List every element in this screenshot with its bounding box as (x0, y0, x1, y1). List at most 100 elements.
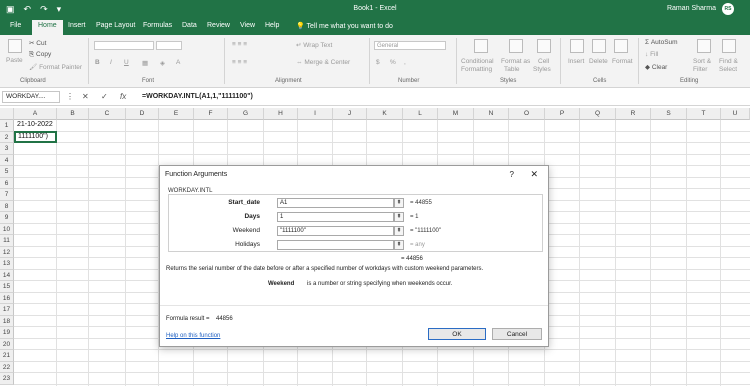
options-icon[interactable]: ⋮ (66, 92, 74, 101)
delete-cells-button[interactable]: Delete (589, 58, 608, 65)
column-header-h[interactable]: H (264, 108, 298, 120)
row-header-18[interactable]: 18 (0, 315, 14, 327)
row-header-6[interactable]: 6 (0, 177, 14, 189)
select-all-corner[interactable] (0, 108, 14, 120)
conditional-formatting-label-1[interactable]: Conditional (461, 58, 494, 65)
format-as-table-icon[interactable] (509, 39, 523, 53)
cut-button[interactable]: ✂ Cut (29, 39, 46, 47)
sort-filter-icon[interactable] (697, 39, 711, 53)
row-header-3[interactable]: 3 (0, 143, 14, 155)
format-cells-button[interactable]: Format (612, 58, 633, 65)
avatar[interactable]: RS (722, 3, 734, 15)
conditional-formatting-label-2[interactable]: Formatting (461, 66, 492, 73)
paste-button[interactable]: Paste (6, 57, 23, 64)
row-header-21[interactable]: 21 (0, 350, 14, 362)
merge-center-button[interactable]: ⇔ Merge & Center (296, 59, 350, 66)
row-header-1[interactable]: 1 (0, 120, 14, 132)
column-header-o[interactable]: O (509, 108, 545, 120)
column-header-c[interactable]: C (89, 108, 126, 120)
tab-view[interactable]: View (240, 22, 255, 29)
copy-button[interactable]: ⎘ Copy (29, 51, 51, 59)
number-format-box[interactable]: General (374, 41, 446, 50)
column-header-m[interactable]: M (438, 108, 474, 120)
row-header-10[interactable]: 10 (0, 223, 14, 235)
fill-button[interactable]: ↓ Fill (645, 51, 658, 58)
column-header-t[interactable]: T (687, 108, 721, 120)
cell-styles-label-1[interactable]: Cell (538, 58, 549, 65)
column-header-n[interactable]: N (474, 108, 509, 120)
enter-entry-icon[interactable]: ✓ (101, 92, 108, 101)
percent-button[interactable]: % (390, 59, 396, 66)
cell-styles-icon[interactable] (537, 39, 551, 53)
help-icon[interactable]: ? (510, 170, 514, 179)
tab-insert[interactable]: Insert (68, 22, 86, 29)
row-header-14[interactable]: 14 (0, 269, 14, 281)
tab-help[interactable]: Help (265, 22, 279, 29)
borders-icon[interactable]: ▦ (142, 59, 148, 67)
row-header-8[interactable]: 8 (0, 200, 14, 212)
days-input[interactable]: 1 (277, 212, 394, 222)
format-as-table-label-1[interactable]: Format as (501, 58, 530, 65)
underline-button[interactable]: U (124, 59, 129, 66)
column-header-u[interactable]: U (721, 108, 750, 120)
column-header-s[interactable]: S (651, 108, 687, 120)
name-box[interactable]: WORKDAY.... (2, 91, 60, 103)
column-header-e[interactable]: E (159, 108, 194, 120)
collapse-dialog-icon[interactable]: ⇞ (394, 240, 404, 250)
tab-page-layout[interactable]: Page Layout (96, 22, 135, 29)
row-header-15[interactable]: 15 (0, 281, 14, 293)
row-header-16[interactable]: 16 (0, 292, 14, 304)
tab-file[interactable]: File (10, 22, 21, 29)
row-header-9[interactable]: 9 (0, 212, 14, 224)
tab-review[interactable]: Review (207, 22, 230, 29)
column-header-d[interactable]: D (126, 108, 159, 120)
holidays-input[interactable] (277, 240, 394, 250)
help-on-function-link[interactable]: Help on this function (166, 333, 220, 339)
row-header-22[interactable]: 22 (0, 361, 14, 373)
row-header-12[interactable]: 12 (0, 246, 14, 258)
align-top-icon[interactable]: ≡ ≡ ≡ (232, 41, 247, 48)
cancel-entry-icon[interactable]: ✕ (82, 92, 89, 101)
row-header-23[interactable]: 23 (0, 373, 14, 385)
cell-styles-label-2[interactable]: Styles (533, 66, 551, 73)
fill-color-icon[interactable]: ◈ (160, 59, 165, 67)
row-header-20[interactable]: 20 (0, 338, 14, 350)
sort-filter-label-2[interactable]: Filter (693, 66, 707, 73)
cancel-button[interactable]: Cancel (492, 328, 542, 340)
column-header-r[interactable]: R (616, 108, 651, 120)
insert-cells-icon[interactable] (570, 39, 584, 53)
clear-button[interactable]: ◆ Clear (645, 63, 667, 71)
column-header-k[interactable]: K (367, 108, 403, 120)
row-header-13[interactable]: 13 (0, 258, 14, 270)
start-date-input[interactable]: A1 (277, 198, 394, 208)
autosum-button[interactable]: Σ AutoSum (645, 39, 678, 46)
ok-button[interactable]: OK (428, 328, 486, 340)
weekend-input[interactable]: "1111100" (277, 226, 394, 236)
format-as-table-label-2[interactable]: Table (504, 66, 520, 73)
user-name[interactable]: Raman Sharma (667, 5, 716, 12)
formula-input[interactable]: =WORKDAY.INTL(A1,1,"1111100") (142, 93, 253, 100)
tab-formulas[interactable]: Formulas (143, 22, 172, 29)
insert-function-icon[interactable]: fx (120, 92, 126, 101)
bold-button[interactable]: B (95, 59, 100, 66)
tab-home[interactable]: Home (32, 20, 63, 35)
tab-data[interactable]: Data (182, 22, 197, 29)
row-header-7[interactable]: 7 (0, 189, 14, 201)
currency-icon[interactable]: $ (376, 59, 380, 66)
row-header-5[interactable]: 5 (0, 166, 14, 178)
row-header-4[interactable]: 4 (0, 154, 14, 166)
row-header-2[interactable]: 2 (0, 131, 14, 143)
font-name-box[interactable] (94, 41, 154, 50)
format-painter-button[interactable]: 🖌 Format Painter (29, 63, 82, 71)
column-header-a[interactable]: A (14, 108, 57, 120)
paste-icon[interactable] (8, 39, 22, 53)
row-header-19[interactable]: 19 (0, 327, 14, 339)
column-header-i[interactable]: I (298, 108, 333, 120)
column-header-f[interactable]: F (194, 108, 228, 120)
wrap-text-button[interactable]: ↵ Wrap Text (296, 41, 332, 49)
row-header-17[interactable]: 17 (0, 304, 14, 316)
close-icon[interactable]: ✕ (530, 169, 538, 180)
find-select-icon[interactable] (722, 39, 736, 53)
align-left-icon[interactable]: ≡ ≡ ≡ (232, 59, 247, 66)
collapse-dialog-icon[interactable]: ⇞ (394, 212, 404, 222)
